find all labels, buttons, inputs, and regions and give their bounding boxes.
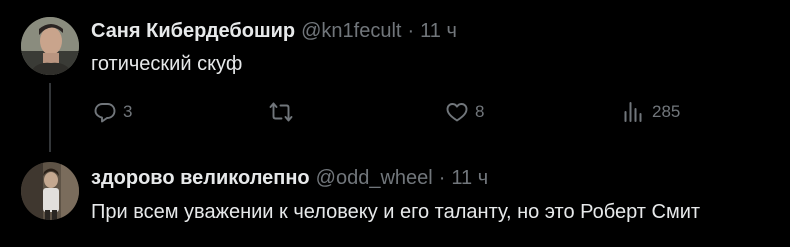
reply-button[interactable]: 3 bbox=[93, 96, 132, 128]
tweet-text: При всем уважении к человеку и его талан… bbox=[91, 201, 701, 223]
retweet-button[interactable] bbox=[269, 96, 299, 128]
display-name[interactable]: Саня Кибердебошир bbox=[91, 20, 295, 42]
separator: · bbox=[407, 20, 415, 42]
tweet-header: здорово великолепно @odd_wheel · 11 ч bbox=[91, 166, 488, 190]
reply-count: 3 bbox=[123, 102, 133, 121]
retweet-icon bbox=[269, 102, 293, 122]
tweet-1[interactable]: Саня Кибердебошир @kn1fecult · 11 ч готичес… bbox=[0, 0, 790, 152]
separator: · bbox=[438, 167, 446, 189]
action-bar: 3 8 285 bbox=[0, 96, 790, 128]
views-icon bbox=[624, 102, 642, 122]
timestamp[interactable]: 11 ч bbox=[451, 167, 488, 189]
handle[interactable]: @odd_wheel bbox=[316, 167, 433, 189]
avatar[interactable] bbox=[21, 17, 79, 75]
tweet-text: готический скуф bbox=[91, 53, 243, 75]
like-button[interactable]: 8 bbox=[445, 96, 484, 128]
tweet-2[interactable]: здорово великолепно @odd_wheel · 11 ч При в… bbox=[0, 152, 790, 247]
timestamp[interactable]: 11 ч bbox=[420, 20, 457, 42]
avatar[interactable] bbox=[21, 162, 79, 220]
heart-icon bbox=[446, 103, 468, 122]
handle[interactable]: @kn1fecult bbox=[301, 20, 401, 42]
reply-icon bbox=[94, 103, 116, 123]
avatar-image bbox=[21, 162, 79, 220]
display-name[interactable]: здорово великолепно bbox=[91, 167, 310, 189]
views-button[interactable]: 285 bbox=[622, 96, 680, 128]
avatar-image bbox=[21, 17, 79, 75]
like-count: 8 bbox=[475, 102, 485, 121]
tweet-header: Саня Кибердебошир @kn1fecult · 11 ч bbox=[91, 19, 457, 43]
views-count: 285 bbox=[652, 102, 681, 121]
